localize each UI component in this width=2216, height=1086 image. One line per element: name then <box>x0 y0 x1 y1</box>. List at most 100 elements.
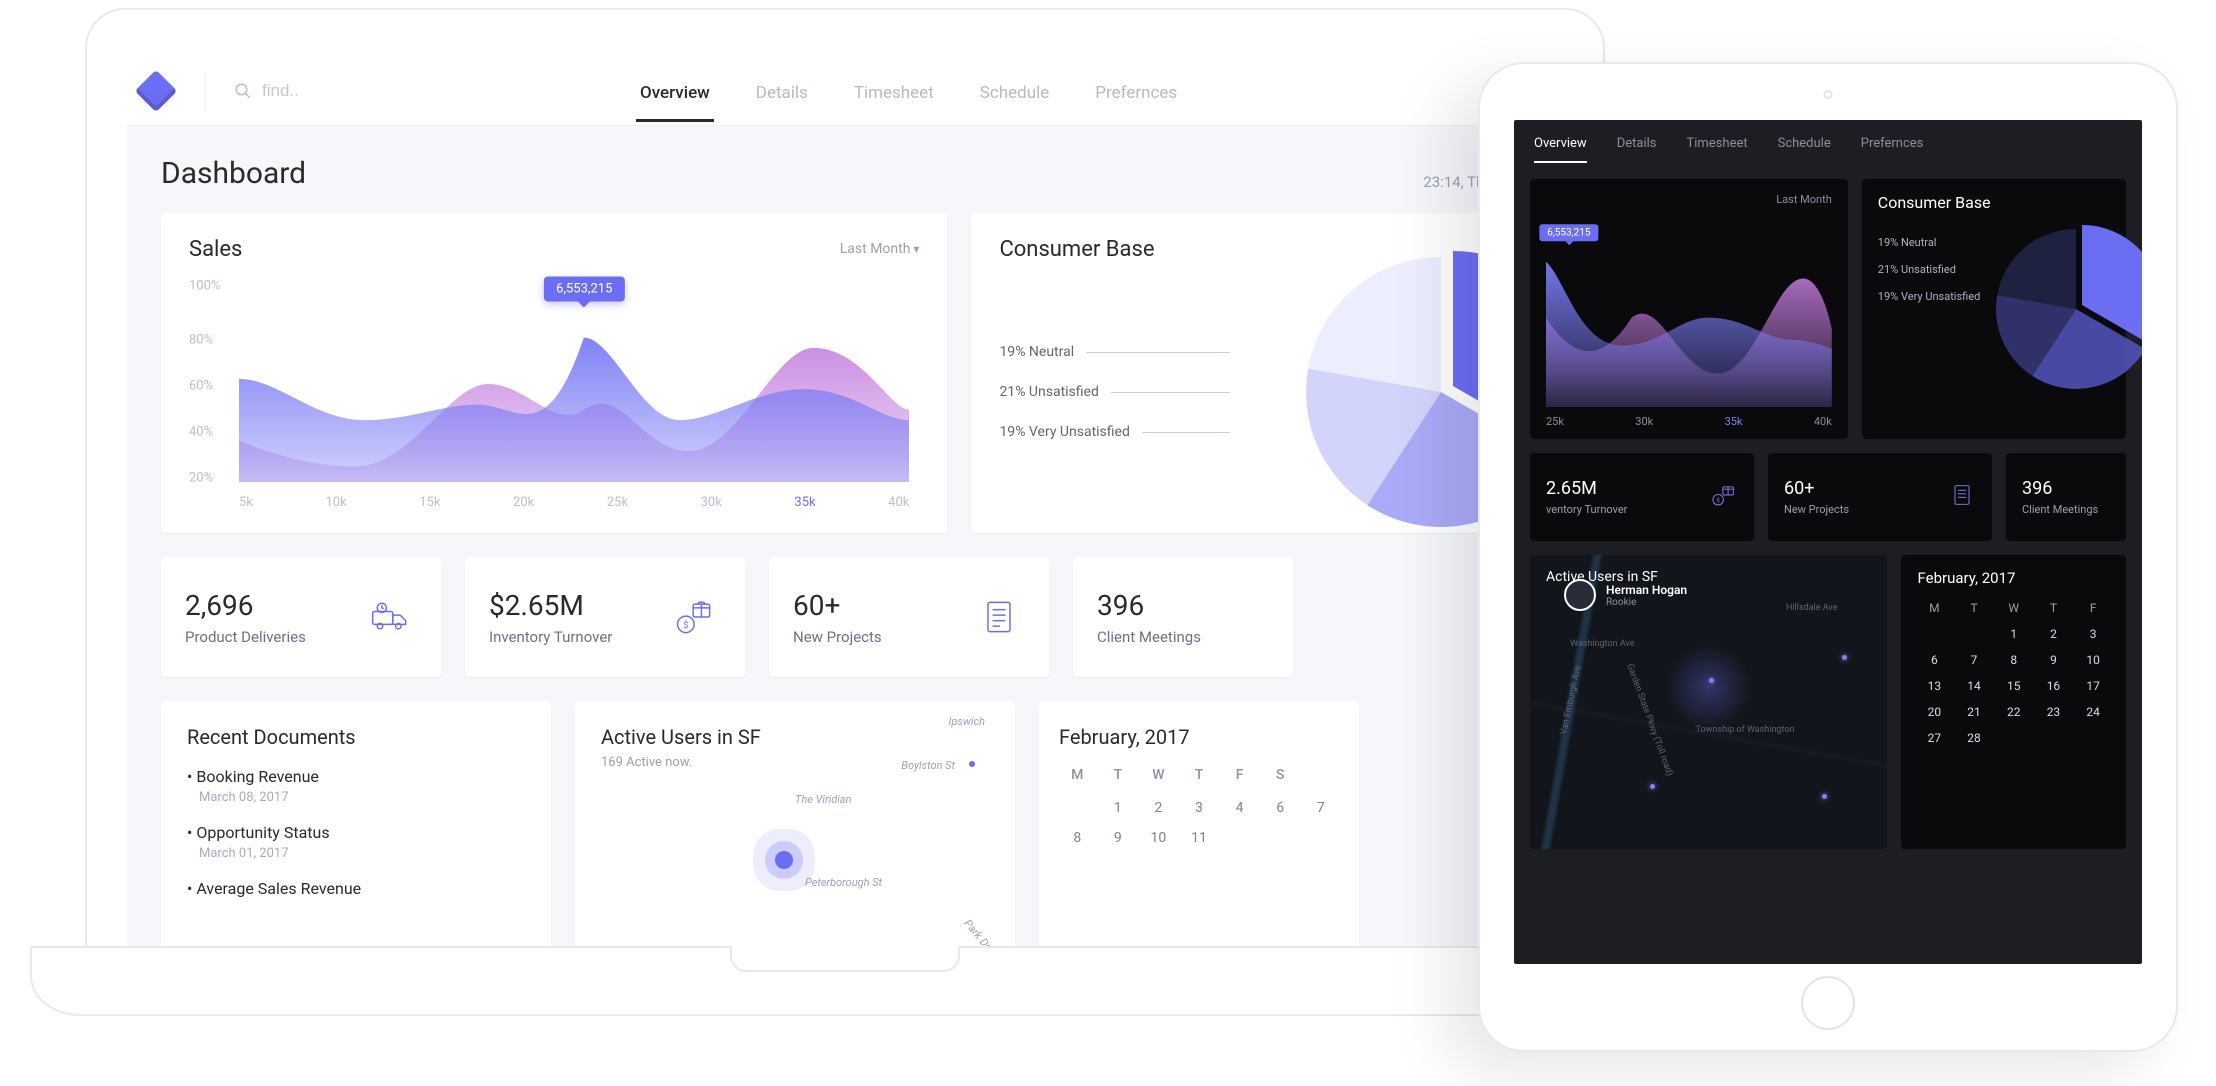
nav-prefs[interactable]: Prefernces <box>1095 61 1177 121</box>
sales-range-selector[interactable]: Last Month <box>840 241 920 257</box>
calendar-grid-dark[interactable]: M T W T F 1 2 3 6 7 8 9 10 <box>1917 601 2110 745</box>
x-label: 25k <box>1546 415 1564 428</box>
sales-plot-dark[interactable]: 6,553,215 <box>1546 217 1832 407</box>
day[interactable]: 4 <box>1221 797 1258 819</box>
sales-plot[interactable]: 6,553,215 <box>239 286 909 482</box>
day[interactable] <box>2037 731 2071 745</box>
day[interactable]: 28 <box>1957 731 1991 745</box>
day[interactable]: 7 <box>1302 797 1339 819</box>
day[interactable]: 8 <box>1059 827 1096 849</box>
dow: S <box>1262 767 1299 789</box>
day[interactable]: 15 <box>1997 679 2031 693</box>
day[interactable]: 24 <box>2076 705 2110 719</box>
nav-prefs[interactable]: Prefernces <box>1861 136 1924 163</box>
day[interactable]: 3 <box>2076 627 2110 641</box>
kpi-inventory[interactable]: 2.65Mventory Turnover $ <box>1530 453 1754 541</box>
kpi-deliveries[interactable]: 2,696 Product Deliveries <box>161 557 441 677</box>
doc-item[interactable]: • Opportunity Status March 01, 2017 <box>187 823 525 861</box>
calendar-title: February, 2017 <box>1059 725 1339 749</box>
day[interactable]: 8 <box>1997 653 2031 667</box>
dow: F <box>1221 767 1258 789</box>
laptop-device-frame: Overview Details Timesheet Schedule Pref… <box>30 8 1660 1028</box>
svg-text:$: $ <box>1717 497 1720 504</box>
dow: T <box>1181 767 1218 789</box>
doc-item[interactable]: • Booking Revenue March 08, 2017 <box>187 767 525 805</box>
doc-item[interactable]: • Average Sales Revenue <box>187 879 525 898</box>
tablet-camera <box>1824 90 1833 99</box>
day[interactable]: 6 <box>1262 797 1299 819</box>
map-card[interactable]: Active Users in SF 169 Active now. Ipswi… <box>575 701 1015 946</box>
nav-timesheet[interactable]: Timesheet <box>1686 136 1747 163</box>
gift-money-icon: $ <box>669 591 721 643</box>
day[interactable]: 9 <box>1100 827 1137 849</box>
kpi-inventory[interactable]: $2.65M Inventory Turnover $ <box>465 557 745 677</box>
laptop-base <box>30 946 1660 1016</box>
y-tick: 80% <box>189 332 213 347</box>
nav-timesheet[interactable]: Timesheet <box>854 61 934 121</box>
day[interactable]: 21 <box>1957 705 1991 719</box>
map-user[interactable]: Herman Hogan Rookie <box>1564 579 1887 611</box>
app-logo[interactable] <box>135 70 177 112</box>
day[interactable]: 2 <box>2037 627 2071 641</box>
day[interactable] <box>1059 797 1096 819</box>
user-name: Herman Hogan <box>1606 583 1687 597</box>
kpi-value: 60+ <box>1784 478 1849 499</box>
document-icon <box>1948 481 1976 513</box>
day[interactable] <box>1917 627 1951 641</box>
day[interactable]: 6 <box>1917 653 1951 667</box>
nav-schedule[interactable]: Schedule <box>980 61 1049 121</box>
day[interactable] <box>1302 767 1339 789</box>
day[interactable] <box>1957 627 1991 641</box>
tablet-home-button[interactable] <box>1801 976 1855 1030</box>
day[interactable]: 7 <box>1957 653 1991 667</box>
nav-details[interactable]: Details <box>756 61 808 121</box>
dow: F <box>2076 601 2110 615</box>
day[interactable]: 23 <box>2037 705 2071 719</box>
street-label: The Viridian <box>795 793 852 806</box>
consumer-pie[interactable]: 4 S <box>1230 272 1501 502</box>
day[interactable]: 2 <box>1140 797 1177 819</box>
day[interactable]: 1 <box>1100 797 1137 819</box>
day[interactable]: 17 <box>2076 679 2110 693</box>
kpi-label: New Projects <box>1784 503 1849 516</box>
nav-schedule[interactable]: Schedule <box>1778 136 1831 163</box>
kpi-label: Client Meetings <box>2022 503 2098 516</box>
day[interactable] <box>1997 731 2031 745</box>
nav-overview[interactable]: Overview <box>640 61 710 121</box>
day[interactable]: 13 <box>1917 679 1951 693</box>
calendar-card: February, 2017 M T W T F S 1 2 3 4 <box>1039 701 1359 946</box>
day[interactable]: 16 <box>2037 679 2071 693</box>
calendar-grid[interactable]: M T W T F S 1 2 3 4 6 7 8 <box>1059 767 1339 849</box>
dow: T <box>1957 601 1991 615</box>
day[interactable]: 22 <box>1997 705 2031 719</box>
map-dot-icon <box>1650 784 1655 789</box>
topbar: Overview Details Timesheet Schedule Pref… <box>127 56 1563 126</box>
day[interactable]: 1 <box>1997 627 2031 641</box>
nav-overview[interactable]: Overview <box>1534 136 1587 163</box>
tablet-screen: Overview Details Timesheet Schedule Pref… <box>1514 120 2142 964</box>
day[interactable]: 10 <box>2076 653 2110 667</box>
kpi-projects[interactable]: 60+ New Projects <box>769 557 1049 677</box>
day[interactable]: 20 <box>1917 705 1951 719</box>
map-dot-icon <box>969 761 975 767</box>
day[interactable]: 27 <box>1917 731 1951 745</box>
day[interactable]: 14 <box>1957 679 1991 693</box>
gift-money-icon: $ <box>1710 481 1738 513</box>
day[interactable]: 10 <box>1140 827 1177 849</box>
laptop-screen: Overview Details Timesheet Schedule Pref… <box>85 8 1605 948</box>
kpi-projects[interactable]: 60+ New Projects <box>1768 453 1992 541</box>
kpi-row-dark: 2.65Mventory Turnover $ 60+New Projects … <box>1530 453 2126 541</box>
kpi-meetings[interactable]: 396 Client Meetings <box>1073 557 1293 677</box>
x-label: 30k <box>1635 415 1653 428</box>
consumer-card: Consumer Base 19% Neutral 21% Unsatisfie… <box>971 213 1529 533</box>
nav-details[interactable]: Details <box>1617 136 1657 163</box>
day[interactable]: 9 <box>2037 653 2071 667</box>
consumer-pie-dark[interactable] <box>1976 209 2142 409</box>
sales-range-selector[interactable]: Last Month <box>1776 193 1832 206</box>
day[interactable]: 11 <box>1181 827 1218 849</box>
search-input[interactable] <box>262 81 412 101</box>
map-card-dark[interactable]: Active Users in SF Hillsdale Ave Washing… <box>1530 555 1887 849</box>
day[interactable] <box>2076 731 2110 745</box>
day[interactable]: 3 <box>1181 797 1218 819</box>
kpi-meetings[interactable]: 396Client Meetings <box>2006 453 2126 541</box>
